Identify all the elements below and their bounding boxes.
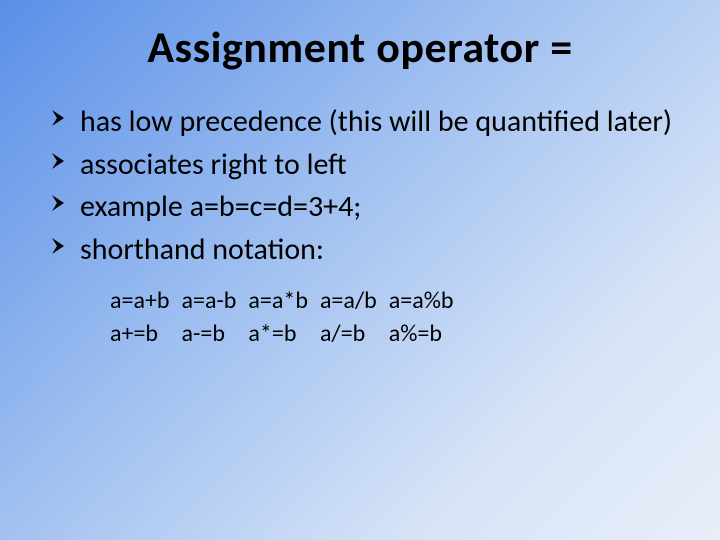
bullet-text: has low precedence (this will be quantif… [80,103,672,140]
list-item: associates right to left [50,145,690,186]
shorthand-table: a=a+b a=a-b a=a*b a=a/b a=a%b a+=b a-=b … [110,284,465,350]
table-row: a+=b a-=b a*=b a/=b a%=b [110,317,465,350]
table-cell: a=a/b [320,284,389,317]
shorthand-table-container: a=a+b a=a-b a=a*b a=a/b a=a%b a+=b a-=b … [30,284,690,350]
table-cell: a%=b [389,317,466,350]
bullet-list: has low precedence (this will be quantif… [30,102,690,270]
table-cell: a=a%b [389,284,466,317]
bullet-text: example a=b=c=d=3+4; [80,188,361,225]
slide-container: Assignment operator = has low precedence… [0,0,720,540]
table-cell: a/=b [320,317,389,350]
arrow-bullet-icon [50,236,70,256]
bullet-text: associates right to left [80,146,347,183]
list-item: has low precedence (this will be quantif… [50,102,690,143]
bullet-text: shorthand notation: [80,231,324,268]
list-item: shorthand notation: [50,230,690,271]
table-cell: a+=b [110,317,182,350]
slide-title: Assignment operator = [30,20,690,74]
table-cell: a=a*b [248,284,320,317]
arrow-bullet-icon [50,193,70,213]
table-cell: a=a-b [182,284,249,317]
table-cell: a-=b [182,317,249,350]
table-cell: a=a+b [110,284,182,317]
table-cell: a*=b [248,317,320,350]
arrow-bullet-icon [50,108,70,128]
table-row: a=a+b a=a-b a=a*b a=a/b a=a%b [110,284,465,317]
list-item: example a=b=c=d=3+4; [50,187,690,228]
arrow-bullet-icon [50,151,70,171]
